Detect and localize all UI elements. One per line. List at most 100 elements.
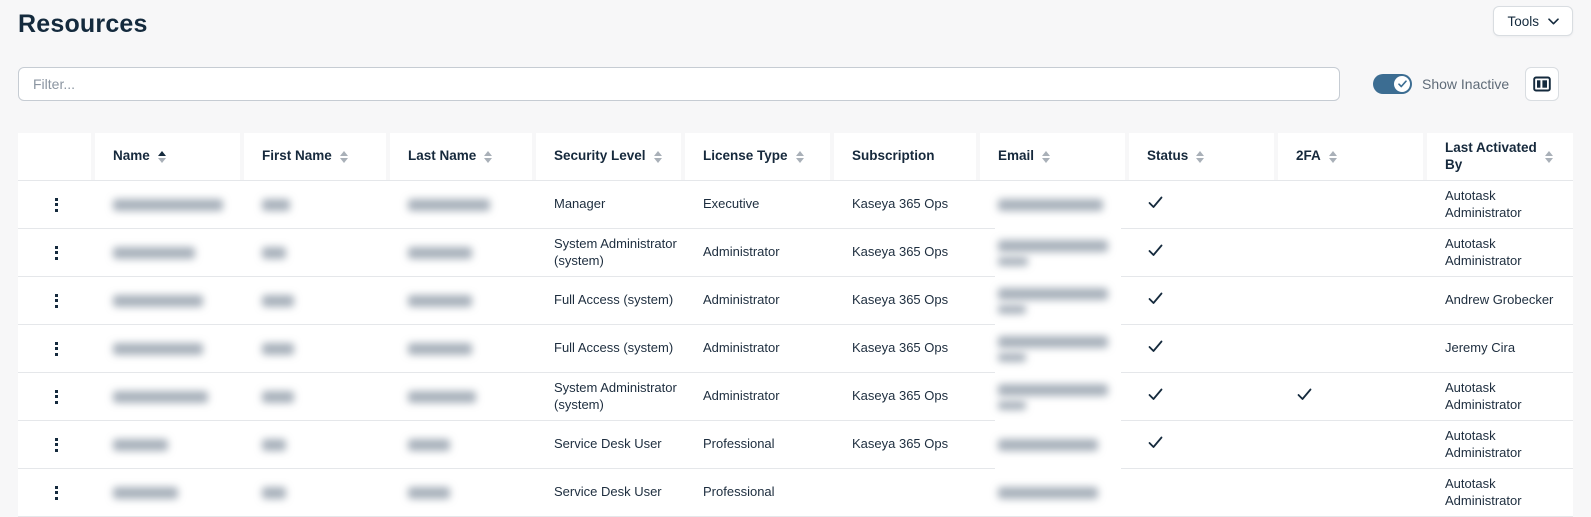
column-header-label: 2FA bbox=[1296, 148, 1321, 164]
cell-last-activated-by: Jeremy Cira bbox=[1427, 340, 1573, 357]
cell-subscription: Kaseya 365 Ops bbox=[834, 292, 980, 309]
kebab-menu-icon bbox=[55, 491, 58, 494]
cell-first-name bbox=[244, 439, 390, 451]
cell-actions bbox=[18, 241, 95, 265]
sort-desc-arrow bbox=[1545, 158, 1553, 163]
top-bar: Resources Tools bbox=[0, 0, 1591, 39]
column-header-label: License Type bbox=[703, 148, 788, 164]
table-row: System Administrator (system)Administrat… bbox=[18, 229, 1573, 277]
cell-license-type: Administrator bbox=[685, 388, 834, 405]
cell-name bbox=[95, 199, 244, 211]
redacted-text bbox=[998, 257, 1028, 266]
redacted-text bbox=[998, 487, 1098, 499]
cell-first-name bbox=[244, 391, 390, 403]
kebab-menu-icon bbox=[55, 347, 58, 350]
table-header-row: Name First NameLast Name Security Level Lic… bbox=[18, 133, 1573, 181]
cell-status bbox=[1129, 291, 1278, 311]
cell-license-type: Administrator bbox=[685, 244, 834, 261]
sort-asc-arrow bbox=[1196, 151, 1204, 156]
sort-arrows-icon bbox=[1042, 151, 1050, 163]
redacted-text bbox=[262, 343, 294, 355]
column-header-twofa[interactable]: 2FA bbox=[1278, 133, 1423, 180]
sort-arrows-icon bbox=[654, 151, 662, 163]
column-header-name[interactable]: Name bbox=[95, 133, 240, 180]
kebab-menu-icon bbox=[55, 497, 58, 500]
cell-name bbox=[95, 487, 244, 499]
redacted-text bbox=[262, 487, 286, 499]
redacted-text bbox=[262, 439, 286, 451]
row-actions-menu-button[interactable] bbox=[50, 289, 63, 313]
sort-arrows-icon bbox=[1329, 151, 1337, 163]
column-header-first_name[interactable]: First Name bbox=[244, 133, 386, 180]
redacted-text bbox=[408, 295, 472, 307]
redacted-text bbox=[998, 401, 1026, 410]
column-header-label: Email bbox=[998, 148, 1034, 164]
kebab-menu-icon bbox=[55, 353, 58, 356]
row-actions-menu-button[interactable] bbox=[50, 193, 63, 217]
cell-first-name bbox=[244, 487, 390, 499]
column-header-status[interactable]: Status bbox=[1129, 133, 1274, 180]
kebab-menu-icon bbox=[55, 395, 58, 398]
column-chooser-button[interactable] bbox=[1525, 67, 1559, 101]
cell-subscription: Kaseya 365 Ops bbox=[834, 388, 980, 405]
cell-last-name bbox=[390, 439, 536, 451]
cell-name bbox=[95, 343, 244, 355]
row-actions-menu-button[interactable] bbox=[50, 433, 63, 457]
cell-last-name bbox=[390, 343, 536, 355]
check-icon bbox=[1147, 291, 1164, 306]
column-header-actions bbox=[18, 133, 91, 180]
row-actions-menu-button[interactable] bbox=[50, 385, 63, 409]
column-header-last_name[interactable]: Last Name bbox=[390, 133, 532, 180]
show-inactive-toggle[interactable] bbox=[1373, 74, 1412, 94]
row-actions-menu-button[interactable] bbox=[50, 481, 63, 505]
cell-subscription: Kaseya 365 Ops bbox=[834, 436, 980, 453]
cell-first-name bbox=[244, 199, 390, 211]
table-body: ManagerExecutiveKaseya 365 OpsAutotask A… bbox=[18, 181, 1573, 517]
check-icon bbox=[1147, 195, 1164, 210]
resources-table: Name First NameLast Name Security Level Lic… bbox=[18, 133, 1573, 517]
cell-last-activated-by: Andrew Grobecker bbox=[1427, 292, 1573, 309]
cell-email bbox=[980, 199, 1129, 211]
row-actions-menu-button[interactable] bbox=[50, 337, 63, 361]
tools-button[interactable]: Tools bbox=[1493, 6, 1573, 36]
cell-last-activated-by: Autotask Administrator bbox=[1427, 380, 1573, 414]
redacted-text bbox=[113, 199, 223, 211]
cell-last-name bbox=[390, 199, 536, 211]
sort-asc-arrow bbox=[484, 151, 492, 156]
filter-input[interactable] bbox=[18, 67, 1340, 101]
cell-security-level: Manager bbox=[536, 196, 685, 213]
cell-first-name bbox=[244, 343, 390, 355]
column-header-label: Security Level bbox=[554, 148, 646, 164]
cell-license-type: Professional bbox=[685, 436, 834, 453]
column-header-label: Name bbox=[113, 148, 150, 164]
check-icon bbox=[1398, 80, 1407, 88]
cell-last-name bbox=[390, 487, 536, 499]
row-actions-menu-button[interactable] bbox=[50, 241, 63, 265]
redacted-text bbox=[998, 384, 1108, 396]
column-header-subscription: Subscription bbox=[834, 133, 976, 180]
column-header-last_activated_by[interactable]: Last Activated By bbox=[1427, 133, 1573, 180]
column-header-security_level[interactable]: Security Level bbox=[536, 133, 681, 180]
kebab-menu-icon bbox=[55, 305, 58, 308]
column-header-license_type[interactable]: License Type bbox=[685, 133, 830, 180]
redacted-text bbox=[113, 487, 178, 499]
kebab-menu-icon bbox=[55, 443, 58, 446]
sort-arrows-icon bbox=[158, 151, 166, 163]
cell-actions bbox=[18, 193, 95, 217]
redacted-text bbox=[113, 391, 208, 403]
sort-asc-arrow bbox=[340, 151, 348, 156]
column-header-email[interactable]: Email bbox=[980, 133, 1125, 180]
cell-first-name bbox=[244, 295, 390, 307]
redacted-text bbox=[998, 336, 1108, 348]
kebab-menu-icon bbox=[55, 390, 58, 393]
cell-name bbox=[95, 247, 244, 259]
cell-actions bbox=[18, 481, 95, 505]
cell-subscription: Kaseya 365 Ops bbox=[834, 340, 980, 357]
cell-actions bbox=[18, 337, 95, 361]
redacted-text bbox=[998, 288, 1108, 300]
table-row: Service Desk UserProfessionalAutotask Ad… bbox=[18, 469, 1573, 517]
cell-subscription: Kaseya 365 Ops bbox=[834, 244, 980, 261]
sort-asc-arrow bbox=[1329, 151, 1337, 156]
kebab-menu-icon bbox=[55, 299, 58, 302]
sort-desc-arrow bbox=[654, 158, 662, 163]
